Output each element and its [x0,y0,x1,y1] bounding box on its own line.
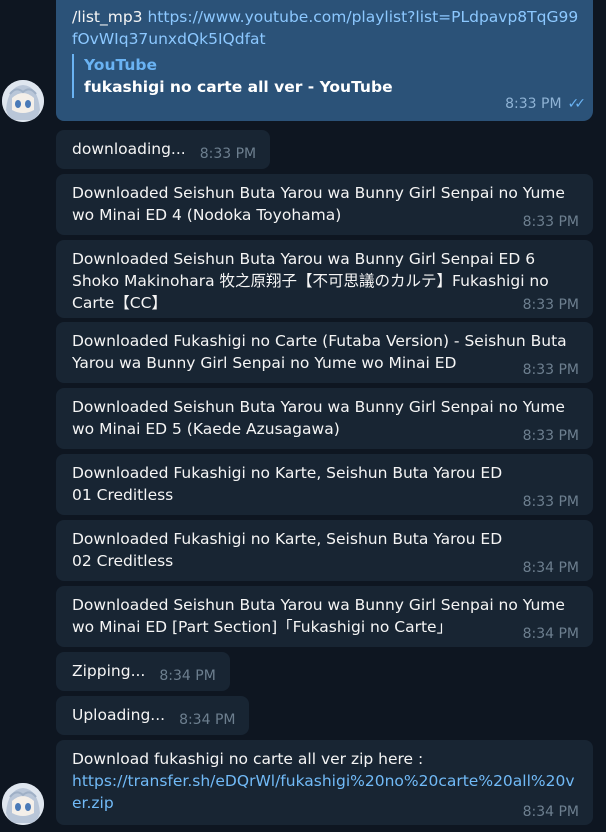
message-text: Downloaded Seishun Buta Yarou wa Bunny G… [72,184,570,224]
bot-avatar[interactable] [2,783,44,825]
message-download-6[interactable]: Downloaded Fukashigi no Karte, Seishun B… [56,520,593,581]
link-preview[interactable]: YouTube fukashigi no carte all ver - You… [72,54,579,98]
message-text: Downloaded Fukashigi no Karte, Seishun B… [72,464,508,504]
message-time: 8:34 PM [522,560,579,576]
message-download-3[interactable]: Downloaded Fukashigi no Carte (Futaba Ve… [56,322,593,383]
message-text: Download fukashigi no carte all ver zip … [72,750,424,768]
command-text: /list_mp3 https://www.youtube.com/playli… [72,6,579,50]
message-download-5[interactable]: Downloaded Fukashigi no Karte, Seishun B… [56,454,593,515]
message-zipping[interactable]: Zipping... 8:34 PM [56,652,230,691]
message-time: 8:34 PM [522,626,579,642]
message-download-4[interactable]: Downloaded Seishun Buta Yarou wa Bunny G… [56,388,593,449]
message-text: Downloaded Seishun Buta Yarou wa Bunny G… [72,250,554,312]
message-time: 8:33 PM [522,494,579,510]
double-check-icon: ✓✓ [567,96,587,112]
message-download-1[interactable]: Downloaded Seishun Buta Yarou wa Bunny G… [56,174,593,235]
message-uploading[interactable]: Uploading... 8:34 PM [56,696,250,735]
message-time: 8:33 PM [522,428,579,444]
message-time: 8:33 PM [522,297,579,313]
user-avatar[interactable] [2,80,44,122]
message-time: 8:34 PM [159,668,216,684]
preview-site-name: YouTube [84,56,157,74]
playlist-link[interactable]: https://www.youtube.com/playlist?list=PL… [72,8,578,48]
outgoing-meta: 8:33 PM ✓✓ [505,92,587,115]
message-download-link[interactable]: Download fukashigi no carte all ver zip … [56,740,593,825]
avatar-image [2,783,44,825]
message-text: Downloaded Seishun Buta Yarou wa Bunny G… [72,596,570,636]
message-time: 8:33 PM [199,146,257,162]
command-prefix: /list_mp3 [72,8,148,26]
message-time: 8:34 PM [522,804,579,820]
avatar-image [2,80,44,122]
message-download-7[interactable]: Downloaded Seishun Buta Yarou wa Bunny G… [56,586,593,647]
outgoing-command-message[interactable]: /list_mp3 https://www.youtube.com/playli… [56,0,593,121]
message-text: Downloaded Seishun Buta Yarou wa Bunny G… [72,398,570,438]
message-text: Uploading... [72,706,166,724]
message-text: Downloaded Fukashigi no Karte, Seishun B… [72,530,508,570]
message-text: Zipping... [72,662,146,680]
message-downloading[interactable]: downloading... 8:33 PM [56,130,271,169]
message-time: 8:33 PM [505,96,562,112]
message-time: 8:33 PM [522,214,579,230]
message-time: 8:33 PM [522,362,579,378]
message-download-2[interactable]: Downloaded Seishun Buta Yarou wa Bunny G… [56,240,593,318]
download-link[interactable]: https://transfer.sh/eDQrWl/fukashigi%20n… [72,770,579,814]
message-text: downloading... [72,140,186,158]
message-text: Downloaded Fukashigi no Carte (Futaba Ve… [72,332,572,372]
message-time: 8:34 PM [179,712,236,728]
